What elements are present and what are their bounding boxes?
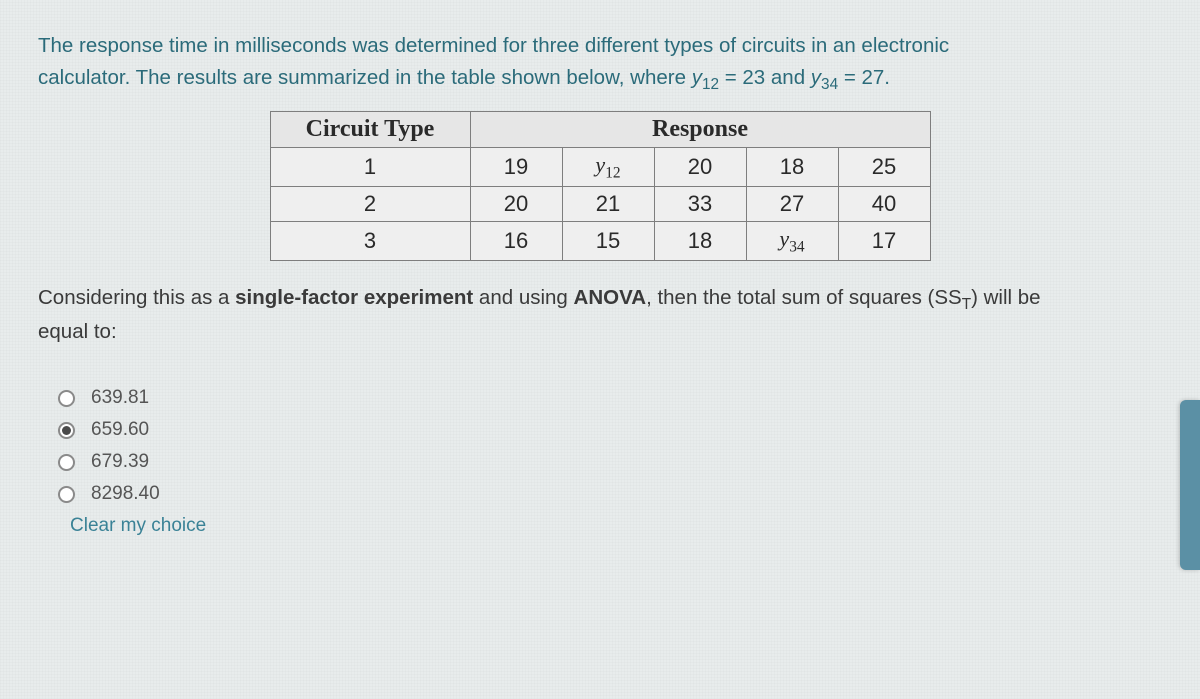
cell-type: 3 [270,222,470,261]
radio-icon[interactable] [58,390,75,407]
cell: 17 [838,222,930,261]
question-text: Considering this as a single-factor expe… [38,283,1162,347]
cell: 20 [654,147,746,186]
intro-line1: The response time in milliseconds was de… [38,34,949,57]
problem-statement: The response time in milliseconds was de… [38,30,1162,97]
intro-eq2: = 27. [838,66,890,89]
intro-eq1: = 23 and [719,66,811,89]
option-label: 8298.40 [91,483,160,505]
intro-line2a: calculator. The results are summarized i… [38,66,692,89]
th-response: Response [470,111,930,147]
table-row: 1 19 y12 20 18 25 [270,147,930,186]
option-3[interactable]: 679.39 [58,451,1162,473]
option-4[interactable]: 8298.40 [58,483,1162,505]
th-circuit-type: Circuit Type [270,111,470,147]
radio-icon[interactable] [58,486,75,503]
radio-icon[interactable] [58,422,75,439]
cell: 15 [562,222,654,261]
option-label: 679.39 [91,451,149,473]
cell-y12: y12 [562,147,654,186]
data-table: Circuit Type Response 1 19 y12 20 18 25 … [270,111,931,262]
cell: 27 [746,187,838,222]
cell: 21 [562,187,654,222]
var-y12-y: y [692,66,702,89]
option-label: 639.81 [91,387,149,409]
table-row: 3 16 15 18 y34 17 [270,222,930,261]
cell: 19 [470,147,562,186]
var-y34-sub: 34 [821,76,838,93]
table-row: 2 20 21 33 27 40 [270,187,930,222]
cell-type: 1 [270,147,470,186]
var-y34-y: y [811,66,821,89]
sidebar-handle[interactable] [1180,400,1200,570]
cell: 16 [470,222,562,261]
option-label: 659.60 [91,419,149,441]
cell: 40 [838,187,930,222]
cell-type: 2 [270,187,470,222]
cell-y34: y34 [746,222,838,261]
answer-options: 639.81 659.60 679.39 8298.40 Clear my ch… [58,387,1162,537]
option-1[interactable]: 639.81 [58,387,1162,409]
cell: 33 [654,187,746,222]
cell: 18 [746,147,838,186]
cell: 20 [470,187,562,222]
radio-icon[interactable] [58,454,75,471]
data-table-wrap: Circuit Type Response 1 19 y12 20 18 25 … [38,111,1162,262]
var-y12-sub: 12 [702,76,719,93]
cell: 25 [838,147,930,186]
option-2[interactable]: 659.60 [58,419,1162,441]
cell: 18 [654,222,746,261]
clear-choice-link[interactable]: Clear my choice [70,515,1162,537]
table-header-row: Circuit Type Response [270,111,930,147]
